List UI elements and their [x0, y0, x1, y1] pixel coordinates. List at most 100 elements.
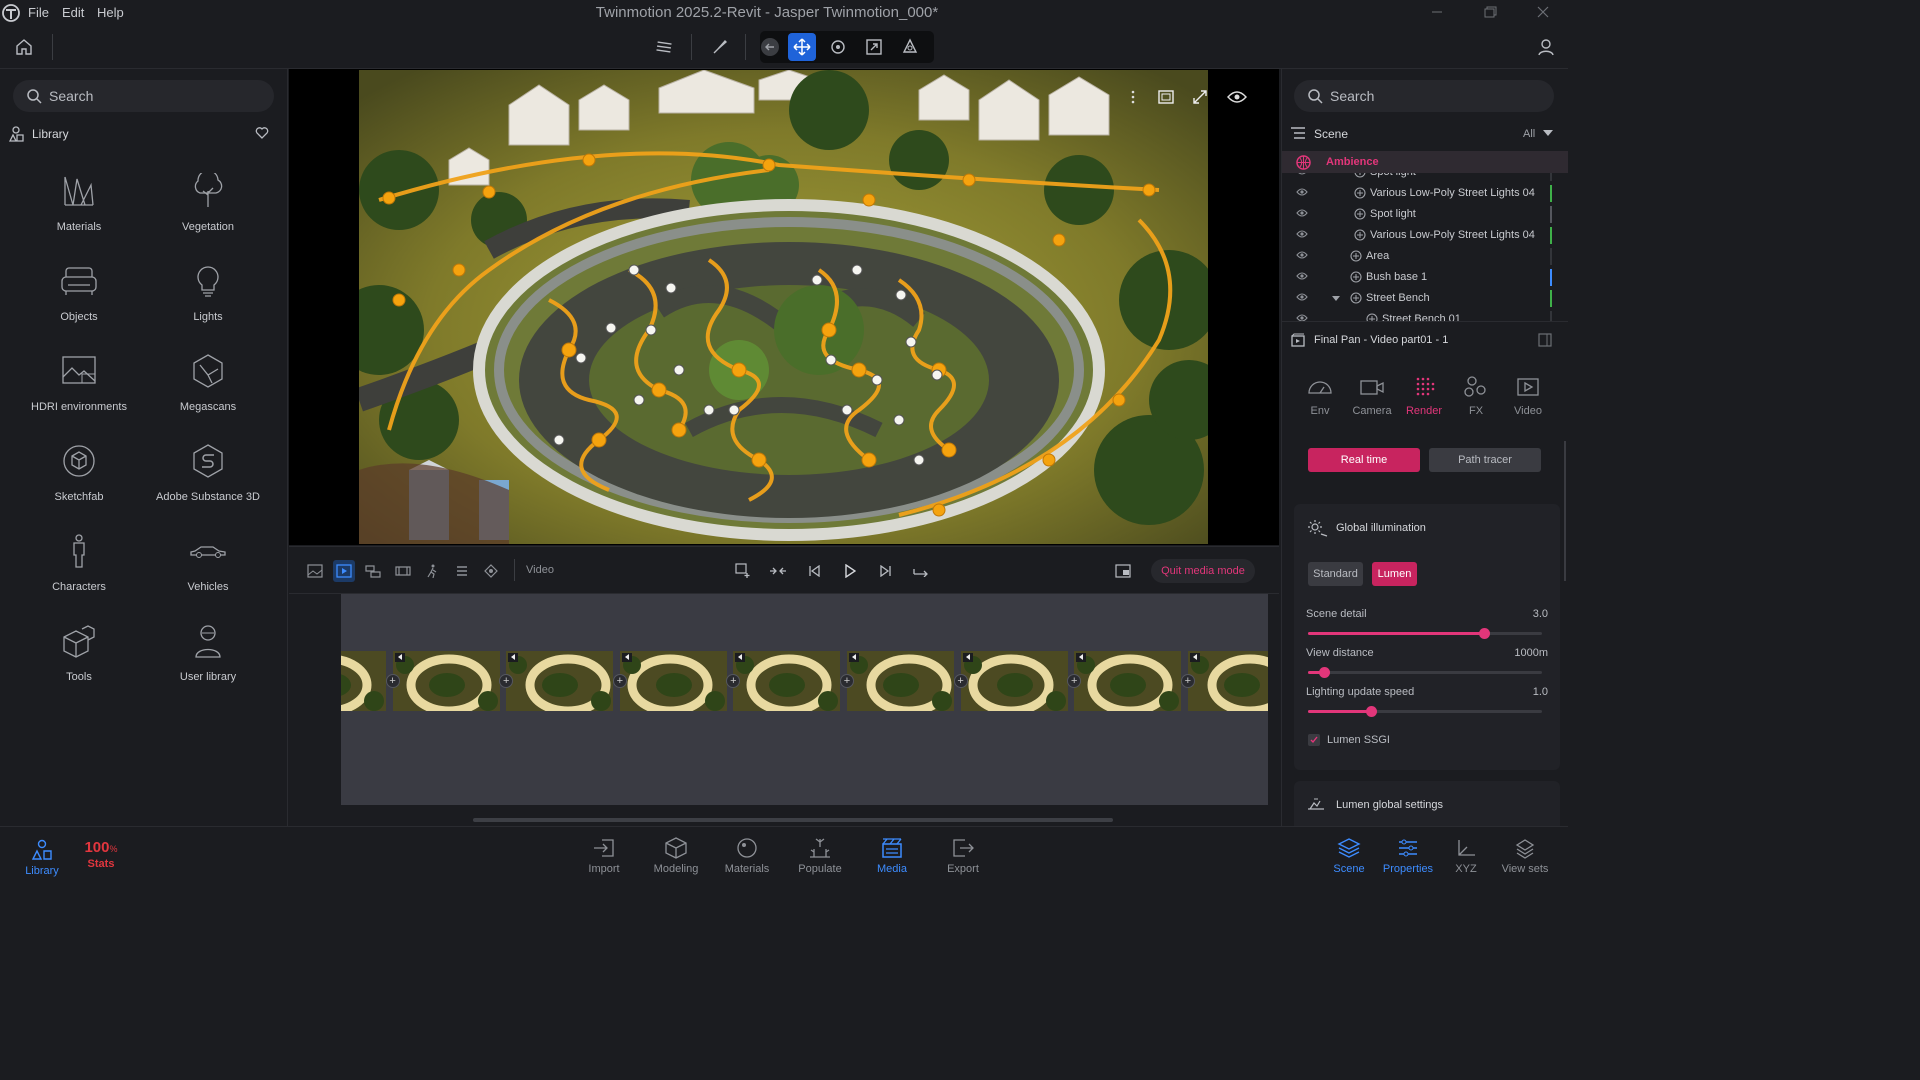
timeline-clip-thumbnail[interactable] — [960, 651, 1068, 711]
collapse-icon[interactable] — [767, 560, 789, 582]
add-clip-icon[interactable]: + — [385, 674, 400, 688]
stats-button[interactable]: 100% Stats — [71, 839, 131, 870]
quit-media-mode-button[interactable]: Quit media mode — [1151, 559, 1255, 583]
visibility-eye-icon[interactable] — [1296, 250, 1308, 260]
snap-icon[interactable] — [896, 33, 924, 61]
scene-filter-dropdown[interactable]: All — [1523, 128, 1535, 140]
media-button[interactable]: Media — [862, 837, 922, 875]
panorama-icon[interactable] — [362, 560, 384, 582]
loop-icon[interactable] — [911, 560, 933, 582]
export-button[interactable]: Export — [933, 837, 993, 875]
scene-tree-row[interactable]: Various Low-Poly Street Lights 04 — [1282, 183, 1554, 204]
scene-tree-row[interactable]: Spot light — [1282, 173, 1554, 183]
play-icon[interactable] — [839, 560, 861, 582]
library-item-hdri[interactable]: HDRI environments — [14, 351, 144, 431]
library-item-tools[interactable]: Tools — [14, 621, 144, 701]
chevron-down-icon[interactable] — [1332, 296, 1340, 301]
tab-render[interactable]: Render — [1398, 375, 1450, 417]
add-clip-icon[interactable]: + — [840, 674, 854, 688]
timeline-clip-thumbnail[interactable] — [1074, 651, 1182, 711]
properties-scrollbar[interactable] — [1564, 441, 1566, 581]
phases-icon[interactable] — [480, 560, 502, 582]
timeline-clip-thumbnail[interactable] — [733, 651, 841, 711]
scene-tree-row[interactable]: Street Bench — [1282, 288, 1554, 309]
restore-icon[interactable] — [1480, 3, 1500, 21]
path-tracer-button[interactable]: Path tracer — [1429, 448, 1541, 472]
timeline-clip-thumbnail[interactable] — [619, 651, 727, 711]
home-icon[interactable] — [10, 33, 38, 61]
add-clip-icon[interactable]: + — [612, 674, 627, 688]
lumen-button[interactable]: Lumen — [1372, 562, 1417, 586]
real-time-button[interactable]: Real time — [1308, 448, 1420, 472]
import-button[interactable]: Import — [574, 837, 634, 875]
back-icon[interactable] — [756, 33, 784, 61]
library-item-megascans[interactable]: Megascans — [143, 351, 273, 431]
lumen-global-settings-card[interactable]: Lumen global settings — [1294, 781, 1560, 826]
paint-brush-icon[interactable] — [706, 33, 734, 61]
slider-knob[interactable] — [1319, 667, 1331, 678]
add-clip-icon[interactable]: + — [1180, 674, 1195, 688]
library-item-lights[interactable]: Lights — [143, 261, 273, 341]
slider-knob[interactable] — [1478, 628, 1490, 639]
layers-icon[interactable] — [650, 33, 678, 61]
scene-tree-row[interactable]: Various Low-Poly Street Lights 04 — [1282, 225, 1554, 246]
library-item-materials[interactable]: Materials — [14, 171, 144, 251]
bottom-xyz-button[interactable]: XYZ — [1436, 837, 1496, 875]
materials-button[interactable]: Materials — [717, 837, 777, 875]
library-item-substance[interactable]: Adobe Substance 3D — [143, 441, 273, 521]
bottom-view-sets-button[interactable]: View sets — [1495, 837, 1555, 875]
visibility-eye-icon[interactable] — [1296, 271, 1308, 281]
frame-icon[interactable] — [1155, 86, 1177, 108]
scene-tree-row[interactable]: Area — [1282, 246, 1554, 267]
next-icon[interactable] — [875, 560, 897, 582]
library-item-user-library[interactable]: User library — [143, 621, 273, 701]
slider-knob[interactable] — [1366, 706, 1378, 717]
ambience-row[interactable]: Ambience — [1282, 151, 1568, 173]
timeline-clip-thumbnail[interactable] — [847, 651, 954, 711]
bottom-library-button[interactable]: Library — [12, 839, 72, 877]
move-icon[interactable] — [788, 33, 816, 61]
lighting-update-speed-slider[interactable] — [1308, 706, 1542, 717]
tab-camera[interactable]: Camera — [1346, 375, 1398, 417]
scene-detail-slider[interactable] — [1308, 628, 1542, 639]
timeline-clip-thumbnail[interactable] — [1187, 651, 1268, 711]
rotate-icon[interactable] — [824, 33, 852, 61]
lumen-ssgi-checkbox[interactable] — [1308, 734, 1320, 746]
visibility-eye-icon[interactable] — [1296, 187, 1308, 197]
populate-button[interactable]: Populate — [790, 837, 850, 875]
picture-in-picture-icon[interactable] — [1112, 560, 1134, 582]
timeline-scrollbar[interactable] — [473, 818, 1113, 822]
walk-icon[interactable] — [421, 560, 443, 582]
bottom-scene-button[interactable]: Scene — [1319, 837, 1379, 875]
favorite-heart-icon[interactable] — [255, 126, 269, 140]
close-icon[interactable] — [1533, 3, 1553, 21]
visibility-eye-icon[interactable] — [1296, 229, 1308, 239]
tab-env[interactable]: Env — [1294, 375, 1346, 417]
library-item-characters[interactable]: Characters — [14, 531, 144, 611]
library-item-vegetation[interactable]: Vegetation — [143, 171, 273, 251]
view-distance-slider[interactable] — [1308, 667, 1542, 678]
visibility-eye-icon[interactable] — [1296, 313, 1308, 321]
add-keyframe-icon[interactable] — [732, 560, 754, 582]
library-item-vehicles[interactable]: Vehicles — [143, 531, 273, 611]
timeline-clip-thumbnail[interactable] — [506, 651, 614, 711]
scene-search-input[interactable]: Search — [1294, 80, 1554, 112]
modeling-button[interactable]: Modeling — [646, 837, 706, 875]
panel-toggle-icon[interactable] — [1538, 333, 1552, 347]
minimize-icon[interactable] — [1427, 3, 1447, 21]
add-clip-icon[interactable]: + — [953, 674, 968, 688]
timeline-clip-thumbnail[interactable] — [392, 651, 500, 711]
3d-viewport[interactable] — [359, 70, 1208, 544]
chevron-down-icon[interactable] — [1543, 130, 1553, 136]
visibility-eye-icon[interactable] — [1296, 208, 1308, 218]
visibility-eye-icon[interactable] — [1226, 86, 1248, 108]
tab-video[interactable]: Video — [1502, 375, 1554, 417]
timeline-track[interactable]: + + + + + + + + — [341, 594, 1268, 805]
visibility-eye-icon[interactable] — [1296, 173, 1308, 176]
presentation-icon[interactable] — [392, 560, 414, 582]
scene-tree-row[interactable]: Street Bench 01 — [1282, 309, 1554, 321]
visibility-eye-icon[interactable] — [1296, 292, 1308, 302]
user-icon[interactable] — [1532, 33, 1560, 61]
library-item-sketchfab[interactable]: Sketchfab — [14, 441, 144, 521]
list-icon[interactable] — [451, 560, 473, 582]
